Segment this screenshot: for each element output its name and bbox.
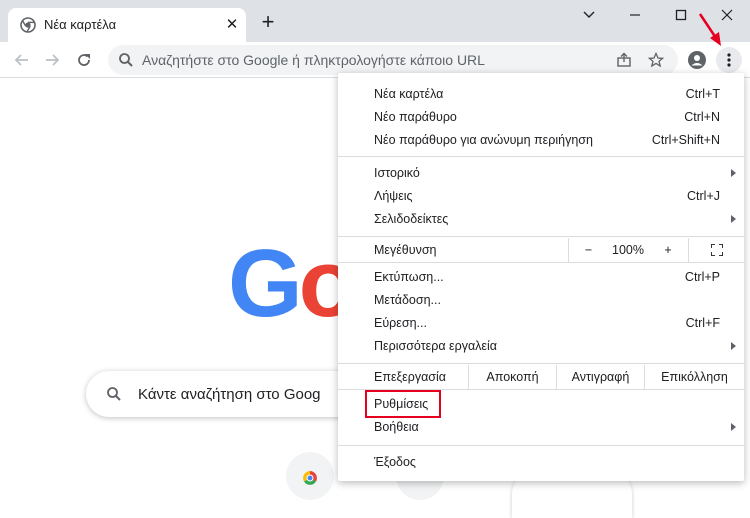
- menu-item-shortcut: Ctrl+Shift+N: [651, 133, 720, 147]
- tab-close-icon[interactable]: ✕: [222, 15, 242, 35]
- menu-divider: [338, 262, 744, 263]
- submenu-arrow-icon: [731, 342, 736, 350]
- search-icon: [107, 387, 121, 401]
- menu-item-new-window[interactable]: Νέο παράθυρο Ctrl+N: [338, 106, 744, 129]
- more-vert-icon: [727, 53, 731, 67]
- profile-button[interactable]: [684, 47, 710, 73]
- reload-button[interactable]: [70, 46, 98, 74]
- chrome-menu-button[interactable]: [716, 47, 742, 73]
- menu-item-label: Νέο παράθυρο: [374, 110, 457, 124]
- menu-item-label: Νέο παράθυρο για ανώνυμη περιήγηση: [374, 133, 593, 147]
- menu-item-incognito-window[interactable]: Νέο παράθυρο για ανώνυμη περιήγηση Ctrl+…: [338, 129, 744, 152]
- menu-item-label: Νέα καρτέλα: [374, 87, 444, 101]
- menu-item-shortcut: Ctrl+N: [684, 110, 720, 124]
- shortcut-tile[interactable]: [286, 452, 334, 500]
- zoom-out-button[interactable]: −: [568, 238, 608, 262]
- menu-item-label: Μετάδοση...: [374, 293, 441, 307]
- menu-divider: [338, 236, 744, 237]
- chrome-icon: [20, 17, 36, 33]
- menu-item-help[interactable]: Βοήθεια: [338, 416, 744, 439]
- menu-item-exit[interactable]: Έξοδος: [338, 451, 744, 474]
- menu-item-more-tools[interactable]: Περισσότερα εργαλεία: [338, 335, 744, 358]
- page-search-placeholder: Κάντε αναζήτηση στο Goog: [138, 386, 321, 403]
- chrome-menu: Νέα καρτέλα Ctrl+T Νέο παράθυρο Ctrl+N Ν…: [338, 73, 744, 481]
- edit-row: Επεξεργασία Αποκοπή Αντιγραφή Επικόλληση: [338, 365, 744, 389]
- arrow-left-icon: [14, 54, 28, 66]
- reload-icon: [78, 54, 90, 66]
- paste-button[interactable]: Επικόλληση: [644, 365, 744, 389]
- new-tab-button[interactable]: +: [256, 11, 280, 35]
- star-icon[interactable]: [648, 52, 664, 68]
- menu-item-cast[interactable]: Μετάδοση...: [338, 289, 744, 312]
- menu-item-label: Εκτύπωση...: [374, 270, 444, 284]
- menu-item-shortcut: Ctrl+T: [685, 87, 720, 101]
- address-bar[interactable]: Αναζητήστε στο Google ή πληκτρολογήστε κ…: [108, 45, 678, 75]
- share-icon[interactable]: [616, 52, 632, 68]
- title-bar: Νέα καρτέλα ✕ +: [0, 0, 750, 42]
- cut-button[interactable]: Αποκοπή: [468, 365, 556, 389]
- zoom-row: Μεγέθυνση − 100% +: [338, 238, 744, 262]
- menu-item-label: Έξοδος: [374, 455, 416, 469]
- logo-letter-g: G: [228, 230, 303, 337]
- menu-item-label: Εύρεση...: [374, 316, 427, 330]
- annotation-arrow-icon: [698, 13, 721, 46]
- menu-divider: [338, 156, 744, 157]
- back-button[interactable]: [8, 46, 36, 74]
- tab-new-tab[interactable]: Νέα καρτέλα ✕: [8, 8, 246, 42]
- address-bar-placeholder: Αναζητήστε στο Google ή πληκτρολογήστε κ…: [142, 52, 485, 68]
- menu-divider: [338, 445, 744, 446]
- search-icon: [119, 53, 133, 67]
- avatar-icon: [688, 51, 706, 69]
- menu-item-label: Περισσότερα εργαλεία: [374, 339, 497, 353]
- maximize-icon: [675, 9, 687, 21]
- menu-item-label: Ιστορικό: [374, 166, 420, 180]
- menu-item-find[interactable]: Εύρεση... Ctrl+F: [338, 312, 744, 335]
- fullscreen-icon: [709, 243, 724, 257]
- edit-label: Επεξεργασία: [374, 370, 447, 384]
- submenu-arrow-icon: [731, 423, 736, 431]
- menu-item-new-tab[interactable]: Νέα καρτέλα Ctrl+T: [338, 83, 744, 106]
- chrome-store-icon: [303, 471, 317, 485]
- zoom-level: 100%: [612, 243, 644, 257]
- menu-item-history[interactable]: Ιστορικό: [338, 162, 744, 185]
- zoom-label: Μεγέθυνση: [374, 243, 437, 257]
- submenu-arrow-icon: [731, 215, 736, 223]
- arrow-right-icon: [46, 54, 60, 66]
- menu-item-label: Βοήθεια: [374, 420, 419, 434]
- menu-item-shortcut: Ctrl+J: [687, 189, 720, 203]
- menu-item-downloads[interactable]: Λήψεις Ctrl+J: [338, 185, 744, 208]
- copy-button[interactable]: Αντιγραφή: [556, 365, 644, 389]
- menu-item-label: Λήψεις: [374, 189, 413, 203]
- menu-item-shortcut: Ctrl+F: [685, 316, 720, 330]
- minimize-icon: [630, 14, 640, 16]
- tab-search-button[interactable]: [566, 0, 612, 30]
- minimize-button[interactable]: [612, 0, 658, 30]
- chevron-down-icon: [583, 11, 595, 18]
- forward-button[interactable]: [38, 46, 66, 74]
- menu-item-print[interactable]: Εκτύπωση... Ctrl+P: [338, 266, 744, 289]
- zoom-in-button[interactable]: +: [648, 238, 688, 262]
- menu-item-label: Σελιδοδείκτες: [374, 212, 449, 226]
- menu-divider: [338, 363, 744, 364]
- settings-highlight-box: [365, 390, 441, 418]
- submenu-arrow-icon: [731, 169, 736, 177]
- menu-item-shortcut: Ctrl+P: [684, 270, 720, 284]
- tab-title: Νέα καρτέλα: [44, 17, 117, 32]
- menu-item-bookmarks[interactable]: Σελιδοδείκτες: [338, 208, 744, 231]
- fullscreen-button[interactable]: [688, 238, 744, 262]
